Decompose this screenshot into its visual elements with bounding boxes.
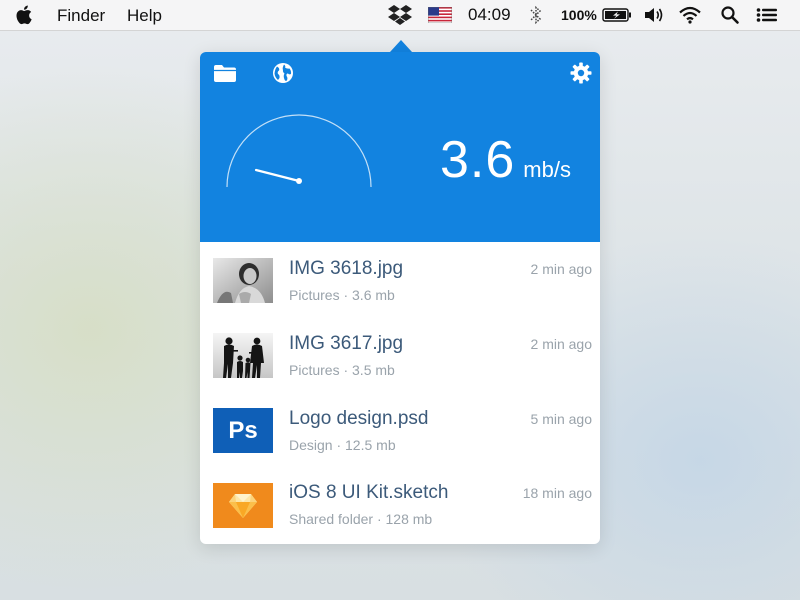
apple-icon[interactable] — [14, 4, 36, 26]
file-time: 5 min ago — [530, 411, 592, 427]
file-time: 2 min ago — [530, 261, 592, 277]
dropbox-popover: 3.6 mb/s IMG 3618.jpg Pictures · 3.6 mb … — [200, 52, 600, 544]
list-item[interactable]: iOS 8 UI Kit.sketch Shared folder · 128 … — [200, 466, 600, 541]
list-item[interactable]: Ps Logo design.psd Design · 12.5 mb 5 mi… — [200, 392, 600, 467]
file-name: IMG 3617.jpg — [289, 333, 404, 354]
photoshop-icon-label: Ps — [228, 416, 258, 444]
file-meta: Design · 12.5 mb — [289, 437, 396, 453]
clock[interactable]: 04:09 — [468, 0, 511, 30]
file-name: IMG 3618.jpg — [289, 258, 404, 279]
gauge-needle — [254, 168, 301, 183]
list-item[interactable]: IMG 3617.jpg Pictures · 3.5 mb 2 min ago — [200, 317, 600, 392]
file-name: Logo design.psd — [289, 408, 429, 429]
sketch-icon — [213, 483, 273, 528]
dropbox-icon[interactable] — [388, 0, 412, 30]
list-item[interactable]: IMG 3618.jpg Pictures · 3.6 mb 2 min ago — [200, 242, 600, 317]
popover-header: 3.6 mb/s — [200, 52, 600, 242]
file-meta: Pictures · 3.6 mb — [289, 287, 395, 303]
file-meta: Pictures · 3.5 mb — [289, 362, 395, 378]
photo-thumbnail — [213, 333, 273, 378]
menu-bar: Finder Help 04:09 100% — [0, 0, 800, 31]
finder-menu[interactable]: Finder — [57, 6, 105, 26]
file-name: iOS 8 UI Kit.sketch — [289, 482, 449, 503]
battery-percent[interactable]: 100% — [561, 0, 597, 30]
speed-value: 3.6 — [440, 131, 516, 189]
gear-icon[interactable] — [568, 61, 594, 85]
battery-icon[interactable] — [602, 0, 632, 30]
globe-icon[interactable] — [270, 61, 296, 85]
help-menu[interactable]: Help — [127, 6, 162, 26]
gauge-pivot — [296, 178, 302, 184]
wifi-icon[interactable] — [678, 0, 702, 30]
popover-arrow — [390, 40, 412, 52]
folder-icon[interactable] — [212, 61, 238, 85]
notification-center-icon[interactable] — [756, 0, 778, 30]
photoshop-icon: Ps — [213, 408, 273, 453]
volume-icon[interactable] — [643, 0, 665, 30]
file-time: 18 min ago — [522, 485, 592, 501]
transfer-speed: 3.6 mb/s — [440, 130, 571, 190]
speed-gauge — [226, 114, 372, 188]
file-time: 2 min ago — [530, 336, 592, 352]
us-flag-icon[interactable] — [428, 0, 452, 30]
photo-thumbnail — [213, 258, 273, 303]
bluetooth-icon[interactable] — [528, 0, 544, 30]
file-meta: Shared folder · 128 mb — [289, 511, 433, 527]
speed-unit: mb/s — [523, 157, 571, 182]
spotlight-search-icon[interactable] — [720, 0, 740, 30]
